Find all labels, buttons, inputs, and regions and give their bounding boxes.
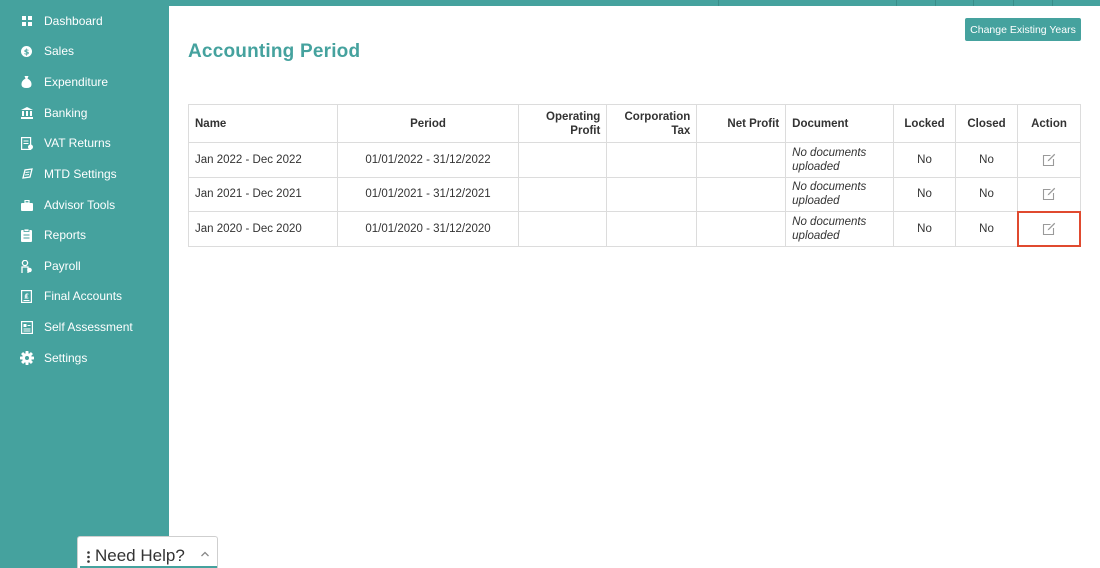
sidebar-item-label: Payroll [44,259,81,273]
cell-operating-profit [518,176,608,212]
top-bar-divider [1013,0,1014,6]
cell-closed: No [955,176,1018,212]
payroll-icon [20,259,33,273]
money-bag-icon [20,76,33,89]
vat-icon [20,136,33,150]
sidebar-item-expenditure[interactable]: Expenditure [0,68,169,96]
sidebar-item-self-assessment[interactable]: Self Assessment [0,313,169,341]
cell-closed: No [955,142,1018,178]
cell-name: Jan 2021 - Dec 2021 [188,176,338,212]
top-bar-divider [1052,0,1053,6]
table-header-row: Name Period Operating Profit Corporation… [188,104,1082,143]
reports-icon [20,228,33,242]
dashboard-icon [20,15,33,28]
chevron-up-icon[interactable] [200,545,210,563]
page-title: Accounting Period [188,41,361,62]
cell-action [1016,142,1082,178]
sidebar-item-label: Settings [44,351,88,365]
sidebar-item-payroll[interactable]: Payroll [0,252,169,280]
cell-document: No documents uploaded [785,211,895,247]
cell-locked: No [893,176,957,212]
gear-icon [19,351,34,366]
cell-corporation-tax [606,176,698,212]
sidebar-item-label: Banking [44,106,88,120]
need-help-label: Need Help? [95,546,185,565]
cell-net-profit [696,142,787,178]
sidebar-item-settings[interactable]: Settings [0,344,169,372]
cell-document: No documents uploaded [785,176,895,212]
cell-locked: No [893,211,957,247]
sidebar-item-mtd-settings[interactable]: MTD Settings [0,160,169,188]
change-existing-years-button[interactable]: Change Existing Years [965,18,1081,41]
top-bar-divider [718,0,719,6]
cell-name: Jan 2020 - Dec 2020 [188,211,338,247]
cell-locked: No [893,142,957,178]
top-bar-divider [896,0,897,6]
cell-name: Jan 2022 - Dec 2022 [188,142,338,178]
cell-net-profit [696,211,787,247]
table-row: Jan 2021 - Dec 2021 01/01/2021 - 31/12/2… [188,176,1082,212]
cell-period: 01/01/2021 - 31/12/2021 [336,176,520,212]
sidebar-item-sales[interactable]: $ Sales [0,37,169,65]
self-assessment-icon [20,320,33,334]
sidebar-item-dashboard[interactable]: Dashboard [0,7,169,35]
sidebar-item-vat-returns[interactable]: VAT Returns [0,129,169,157]
sidebar-item-label: Final Accounts [44,289,123,303]
cell-period: 01/01/2022 - 31/12/2022 [336,142,520,178]
sidebar-item-label: Expenditure [44,75,109,89]
sidebar-item-label: Advisor Tools [44,198,116,212]
final-accounts-icon: £ [20,289,33,303]
table-row: Jan 2022 - Dec 2022 01/01/2022 - 31/12/2… [188,142,1082,178]
sidebar: Dashboard $ Sales Expenditure Banking VA… [0,0,169,568]
top-bar-divider [935,0,936,6]
sidebar-item-label: Reports [44,228,87,242]
sidebar-item-label: Sales [44,44,75,58]
cell-net-profit [696,176,787,212]
sidebar-item-label: Self Assessment [44,320,133,334]
sidebar-item-label: VAT Returns [44,136,111,150]
cell-action [1016,176,1082,212]
column-header-operating-profit: Operating Profit [518,104,608,143]
cell-corporation-tax [606,211,698,247]
column-header-document: Document [785,104,895,143]
need-help-widget[interactable]: Need Help? [77,536,218,568]
sidebar-item-label: Dashboard [44,14,103,28]
svg-text:$: $ [24,47,30,56]
sales-icon: $ [20,45,33,58]
cell-operating-profit [518,142,608,178]
sidebar-item-reports[interactable]: Reports [0,221,169,249]
briefcase-icon [20,199,33,212]
cell-period: 01/01/2020 - 31/12/2020 [336,211,520,247]
edit-icon[interactable] [1042,153,1056,167]
mtd-icon [20,168,33,181]
cell-corporation-tax [606,142,698,178]
top-bar-divider [973,0,974,6]
edit-icon[interactable] [1042,222,1056,236]
edit-icon[interactable] [1042,187,1056,201]
column-header-name: Name [188,104,338,143]
column-header-net-profit: Net Profit [696,104,787,143]
column-header-action: Action [1016,104,1082,143]
cell-closed: No [955,211,1018,247]
cell-action [1016,211,1082,247]
bank-icon [20,107,33,120]
sidebar-item-banking[interactable]: Banking [0,99,169,127]
sidebar-item-advisor-tools[interactable]: Advisor Tools [0,191,169,219]
column-header-period: Period [336,104,520,143]
sidebar-item-final-accounts[interactable]: £ Final Accounts [0,282,169,310]
cell-document: No documents uploaded [785,142,895,178]
table-row: Jan 2020 - Dec 2020 01/01/2020 - 31/12/2… [188,211,1082,247]
column-header-corporation-tax: Corporation Tax [606,104,698,143]
sidebar-item-label: MTD Settings [44,167,117,181]
column-header-locked: Locked [893,104,957,143]
accounting-period-table: Name Period Operating Profit Corporation… [188,104,1082,247]
column-header-closed: Closed [955,104,1018,143]
svg-text:£: £ [24,292,29,300]
cell-operating-profit [518,211,608,247]
